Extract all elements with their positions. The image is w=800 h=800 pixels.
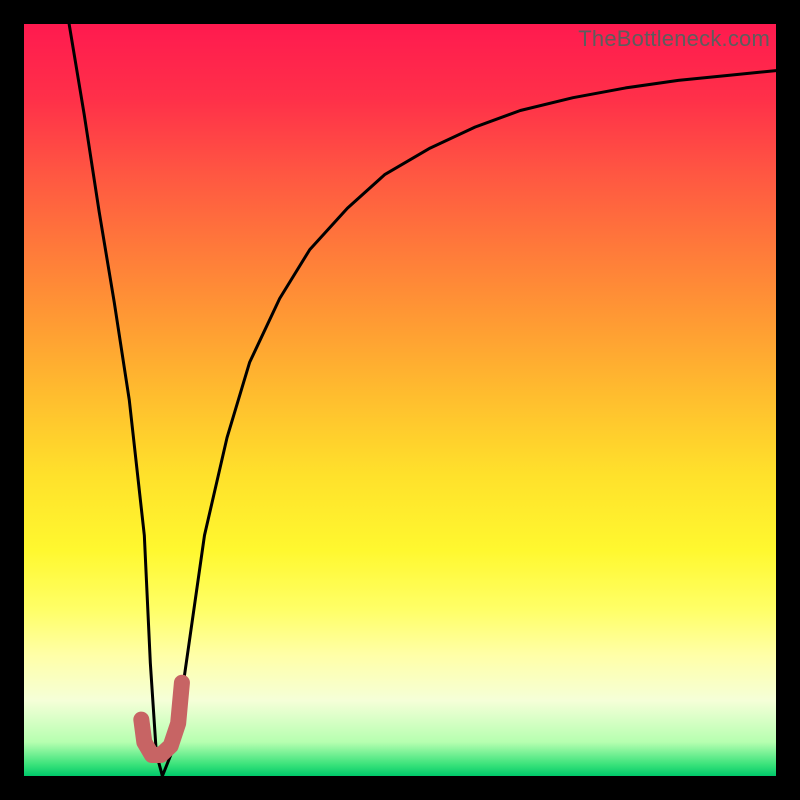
gradient-bg [24, 24, 776, 776]
outer-frame: TheBottleneck.com [0, 0, 800, 800]
watermark-text: TheBottleneck.com [578, 26, 770, 52]
chart-svg [24, 24, 776, 776]
chart-plot-area: TheBottleneck.com [24, 24, 776, 776]
